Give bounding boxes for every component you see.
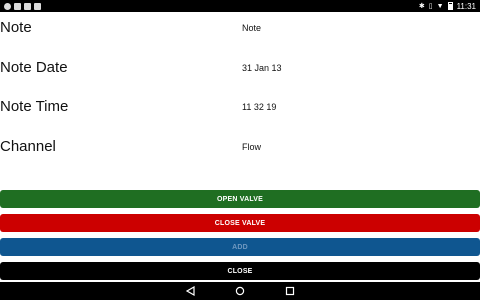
message-notification-icon	[24, 2, 31, 10]
channel-label: Channel	[0, 138, 56, 155]
system-tray: ✱ ▯ ▼ 11:31	[419, 2, 480, 11]
gallery-notification-icon	[34, 2, 41, 10]
add-button[interactable]: ADD	[0, 238, 480, 256]
close-button[interactable]: CLOSE	[0, 262, 480, 280]
note-time-row: Note Time 11 32 19	[0, 97, 480, 117]
channel-row: Channel Flow	[0, 137, 480, 157]
vibrate-icon: ▯	[428, 2, 433, 10]
back-icon[interactable]	[186, 286, 196, 296]
close-valve-button[interactable]: CLOSE VALVE	[0, 214, 480, 232]
status-bar: ✱ ▯ ▼ 11:31	[0, 0, 480, 12]
note-value[interactable]: Note	[242, 18, 261, 38]
notification-area	[0, 2, 41, 10]
image-notification-icon	[14, 2, 21, 10]
battery-icon	[447, 2, 453, 10]
bluetooth-icon: ✱	[418, 2, 425, 10]
navigation-bar	[0, 282, 480, 300]
settings-notification-icon	[4, 2, 11, 10]
recents-icon[interactable]	[285, 286, 295, 296]
status-time: 11:31	[456, 1, 476, 11]
open-valve-button[interactable]: OPEN VALVE	[0, 190, 480, 208]
home-icon[interactable]	[235, 286, 245, 296]
note-row: Note Note	[0, 18, 480, 38]
note-time-value[interactable]: 11 32 19	[242, 97, 276, 117]
note-label: Note	[0, 19, 32, 36]
note-date-row: Note Date 31 Jan 13	[0, 58, 480, 78]
note-date-value[interactable]: 31 Jan 13	[242, 58, 282, 78]
wifi-icon: ▼	[436, 2, 444, 10]
channel-value[interactable]: Flow	[242, 137, 261, 157]
note-time-label: Note Time	[0, 98, 69, 115]
note-date-label: Note Date	[0, 59, 68, 76]
